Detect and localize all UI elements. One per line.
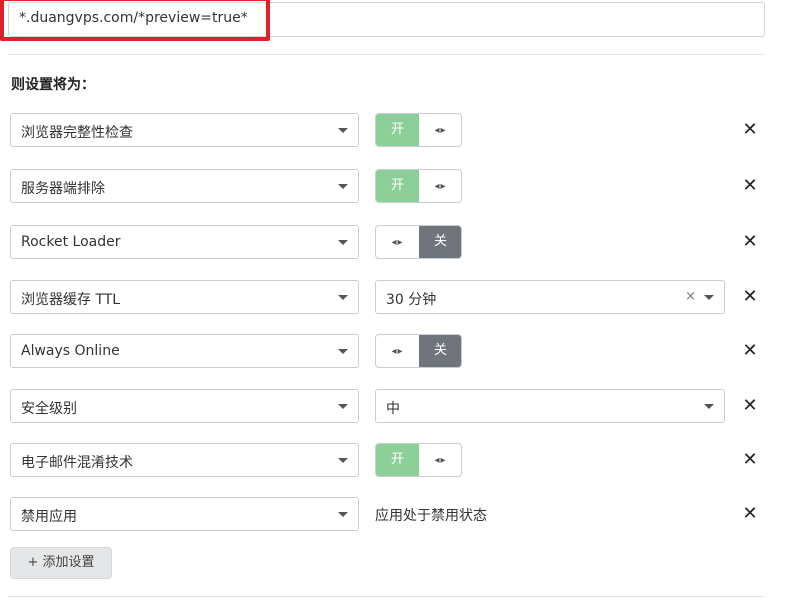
setting-row: 电子邮件混淆技术 开 ◂▸ ✕ (0, 443, 800, 477)
url-pattern-input[interactable]: *.duangvps.com/*preview=true* (8, 2, 765, 37)
setting-row: Rocket Loader ◂▸ 关 ✕ (0, 225, 800, 259)
setting-row: 服务器端排除 开 ◂▸ ✕ (0, 169, 800, 203)
chevron-down-icon (338, 404, 348, 409)
chevron-down-icon (338, 458, 348, 463)
setting-select-label: Always Online (21, 343, 120, 359)
setting-select-label: 安全级别 (21, 401, 77, 417)
setting-toggle[interactable]: 开 ◂▸ (375, 169, 462, 203)
setting-select-label: Rocket Loader (21, 234, 121, 250)
value-select[interactable]: 中 (375, 389, 725, 423)
add-setting-button[interactable]: + 添加设置 (10, 547, 112, 579)
setting-select-label: 服务器端排除 (21, 181, 105, 197)
left-right-arrows-icon: ◂▸ (391, 237, 404, 248)
disabled-apps-status: 应用处于禁用状态 (375, 508, 487, 524)
setting-select-label: 电子邮件混淆技术 (21, 455, 133, 471)
toggle-off-label: 关 (419, 226, 461, 258)
setting-select[interactable]: 服务器端排除 (10, 169, 359, 203)
divider-bottom (8, 596, 765, 597)
chevron-down-icon (338, 295, 348, 300)
setting-row: 浏览器缓存 TTL 30 分钟 × ✕ (0, 280, 800, 314)
clear-icon[interactable]: × (685, 289, 696, 304)
setting-toggle[interactable]: ◂▸ 关 (375, 334, 462, 368)
divider-top (8, 54, 765, 55)
setting-select-label: 浏览器完整性检查 (21, 125, 133, 141)
remove-setting-icon[interactable]: ✕ (740, 449, 760, 471)
chevron-down-icon (338, 184, 348, 189)
value-select-label: 中 (386, 401, 400, 417)
value-select-label: 30 分钟 (386, 292, 437, 308)
setting-select[interactable]: 电子邮件混淆技术 (10, 443, 359, 477)
url-pattern-value: *.duangvps.com/*preview=true* (19, 10, 248, 26)
left-right-arrows-icon: ◂▸ (434, 455, 447, 466)
setting-select-label: 禁用应用 (21, 509, 77, 525)
setting-row: 禁用应用 应用处于禁用状态 ✕ (0, 497, 800, 531)
remove-setting-icon[interactable]: ✕ (740, 175, 760, 197)
section-title: 则设置将为： (11, 77, 95, 93)
remove-setting-icon[interactable]: ✕ (740, 286, 760, 308)
setting-toggle[interactable]: 开 ◂▸ (375, 113, 462, 147)
remove-setting-icon[interactable]: ✕ (740, 340, 760, 362)
setting-row: Always Online ◂▸ 关 ✕ (0, 334, 800, 368)
remove-setting-icon[interactable]: ✕ (740, 395, 760, 417)
setting-row: 浏览器完整性检查 开 ◂▸ ✕ (0, 113, 800, 147)
chevron-down-icon (338, 349, 348, 354)
setting-select[interactable]: Always Online (10, 334, 359, 368)
setting-select[interactable]: Rocket Loader (10, 225, 359, 259)
left-right-arrows-icon: ◂▸ (391, 346, 404, 357)
setting-toggle[interactable]: ◂▸ 关 (375, 225, 462, 259)
chevron-down-icon (338, 512, 348, 517)
toggle-on-label: 开 (376, 170, 419, 202)
remove-setting-icon[interactable]: ✕ (740, 231, 760, 253)
chevron-down-icon (704, 295, 714, 300)
setting-select-label: 浏览器缓存 TTL (21, 292, 121, 308)
toggle-on-label: 开 (376, 444, 419, 476)
setting-toggle[interactable]: 开 ◂▸ (375, 443, 462, 477)
value-select[interactable]: 30 分钟 × (375, 280, 725, 314)
left-right-arrows-icon: ◂▸ (434, 125, 447, 136)
left-right-arrows-icon: ◂▸ (434, 181, 447, 192)
chevron-down-icon (338, 240, 348, 245)
setting-select[interactable]: 浏览器完整性检查 (10, 113, 359, 147)
setting-select[interactable]: 安全级别 (10, 389, 359, 423)
setting-select[interactable]: 禁用应用 (10, 497, 359, 531)
setting-select[interactable]: 浏览器缓存 TTL (10, 280, 359, 314)
chevron-down-icon (338, 128, 348, 133)
chevron-down-icon (704, 404, 714, 409)
toggle-on-label: 开 (376, 114, 419, 146)
remove-setting-icon[interactable]: ✕ (740, 503, 760, 525)
setting-row: 安全级别 中 ✕ (0, 389, 800, 423)
toggle-off-label: 关 (419, 335, 461, 367)
remove-setting-icon[interactable]: ✕ (740, 119, 760, 141)
